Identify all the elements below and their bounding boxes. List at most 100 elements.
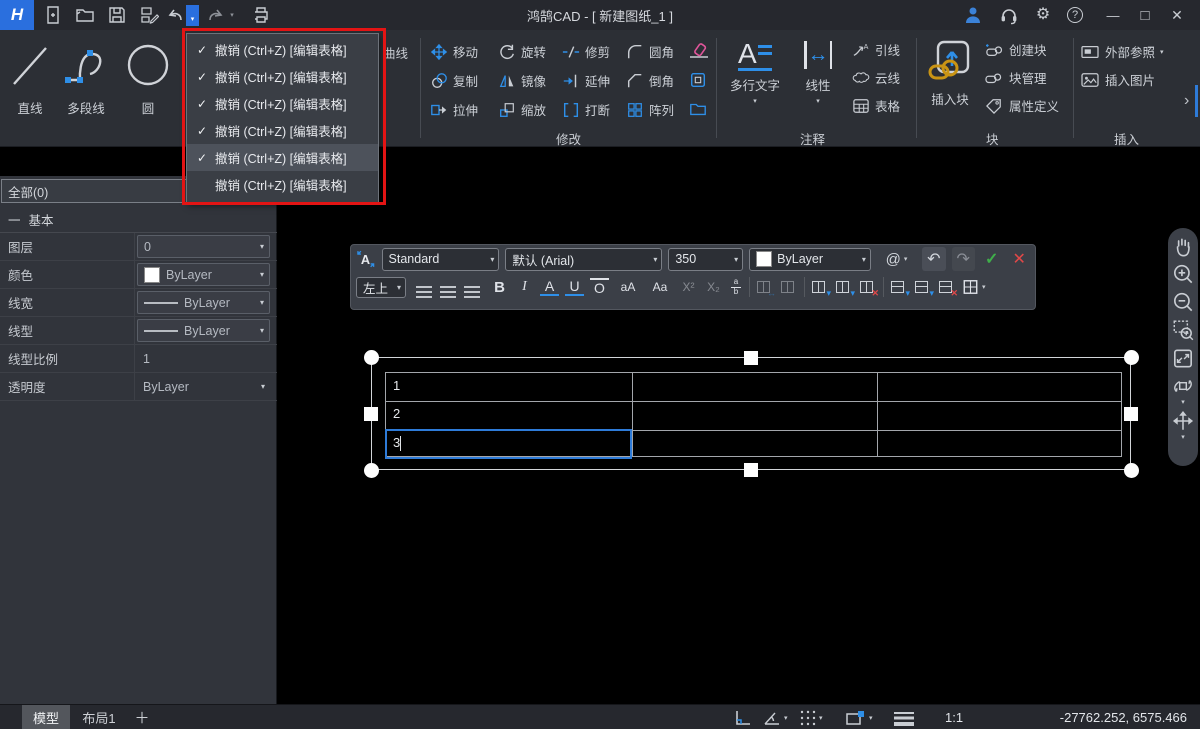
grip-mid-bottom[interactable] bbox=[744, 463, 758, 477]
ribbon-table-button[interactable]: 表格 bbox=[852, 96, 900, 115]
ribbon-move-button[interactable]: 移动 bbox=[430, 42, 478, 61]
ribbon-extend-button[interactable]: 延伸 bbox=[562, 71, 610, 90]
cell-align-select[interactable]: 左上▾ bbox=[356, 277, 406, 298]
ltscale-input[interactable]: 1 bbox=[137, 347, 270, 370]
text-height-select[interactable]: 350▾ bbox=[668, 248, 743, 271]
undo-menu-item-highlighted[interactable]: ✓撤销 (Ctrl+Z) [编辑表格] bbox=[187, 144, 378, 171]
insert-col-left-button[interactable]: ▾ bbox=[811, 279, 829, 295]
move-view-dropdown-arrow-icon[interactable]: ▾ bbox=[1181, 433, 1185, 441]
text-style-select[interactable]: Standard▾ bbox=[382, 248, 500, 271]
undo-dropdown-button[interactable]: ▾ bbox=[186, 5, 199, 26]
collapse-icon[interactable]: 一 bbox=[8, 210, 21, 229]
undo-menu-item[interactable]: ✓撤销 (Ctrl+Z) [编辑表格] bbox=[187, 36, 378, 63]
ribbon-rotate-button[interactable]: 旋转 bbox=[498, 42, 546, 61]
ribbon-group-button[interactable] bbox=[688, 100, 708, 118]
zoom-extents-button[interactable] bbox=[1172, 347, 1194, 371]
ribbon-block-manager-button[interactable]: 块管理 bbox=[984, 68, 1047, 87]
minimize-button[interactable]: — bbox=[1100, 3, 1126, 27]
delete-col-button[interactable]: ✕ bbox=[859, 279, 877, 295]
grip-mid-top[interactable] bbox=[744, 351, 758, 365]
zoom-window-button[interactable] bbox=[1172, 319, 1194, 343]
ribbon-insert-block-button[interactable]: 插入块 bbox=[922, 38, 978, 108]
lineweight-toggle[interactable] bbox=[892, 707, 916, 728]
subscript-button[interactable]: X₂ bbox=[704, 280, 723, 294]
editor-undo-button[interactable]: ↶ bbox=[922, 247, 945, 271]
orbit-dropdown-arrow-icon[interactable]: ▾ bbox=[1181, 398, 1185, 406]
ribbon-linear-dim-button[interactable]: ↔ 线性 ▾ bbox=[792, 38, 844, 105]
ribbon-insert-image-button[interactable]: 插入图片 bbox=[1080, 70, 1155, 89]
editor-redo-button[interactable]: ↷ bbox=[952, 247, 975, 271]
undo-button[interactable] bbox=[166, 3, 186, 27]
cad-table[interactable]: 1 2 3 bbox=[385, 372, 1122, 457]
undo-menu-item[interactable]: ✓撤销 (Ctrl+Z) [编辑表格] bbox=[187, 90, 378, 117]
ribbon-erase-button[interactable] bbox=[688, 42, 710, 60]
grip-mid-left[interactable] bbox=[364, 407, 378, 421]
underline-button[interactable]: U bbox=[565, 278, 584, 296]
ortho-toggle[interactable] bbox=[733, 707, 753, 728]
lineweight-select[interactable]: ByLayer▾ bbox=[137, 291, 270, 314]
ribbon-copy-button[interactable]: 复制 bbox=[430, 71, 478, 90]
move-view-button[interactable] bbox=[1172, 410, 1194, 432]
fraction-button[interactable]: a b bbox=[729, 278, 743, 297]
print-button[interactable] bbox=[248, 3, 274, 27]
color-select[interactable]: ByLayer▾ bbox=[137, 263, 270, 286]
italic-button[interactable]: I bbox=[515, 279, 534, 295]
ribbon-line-button[interactable]: 直线 bbox=[8, 40, 52, 117]
ribbon-spline-label-partial[interactable]: 曲线 bbox=[383, 43, 408, 62]
ribbon-array-button[interactable]: 阵列 bbox=[626, 100, 674, 119]
bold-button[interactable]: B bbox=[490, 279, 509, 296]
editor-cancel-button[interactable]: ✕ bbox=[1008, 249, 1030, 269]
ribbon-region-button[interactable] bbox=[688, 71, 708, 89]
align-right-icon[interactable] bbox=[464, 286, 480, 288]
ribbon-stretch-button[interactable]: 拉伸 bbox=[430, 100, 478, 119]
ribbon-scrollbar[interactable] bbox=[1195, 85, 1198, 117]
ribbon-polyline-button[interactable]: 多段线 bbox=[60, 40, 112, 117]
zoom-out-button[interactable] bbox=[1172, 291, 1194, 315]
unmerge-cells-button[interactable] bbox=[780, 279, 798, 295]
uppercase-button[interactable]: Aa bbox=[647, 280, 673, 294]
undo-menu-item[interactable]: ✓撤销 (Ctrl+Z) [编辑表格] bbox=[187, 63, 378, 90]
undo-menu-item[interactable]: ✓撤销 (Ctrl+Z) [编辑表格] bbox=[187, 117, 378, 144]
osnap-toggle[interactable]: ▾ bbox=[845, 707, 873, 728]
settings-button[interactable]: ⚙ bbox=[1030, 3, 1056, 27]
grip-mid-right[interactable] bbox=[1124, 407, 1138, 421]
text-color-select[interactable]: ByLayer▾ bbox=[749, 248, 871, 271]
support-button[interactable] bbox=[996, 3, 1022, 27]
save-as-button[interactable] bbox=[136, 3, 162, 27]
grip-bottom-left[interactable] bbox=[364, 463, 379, 478]
undo-menu-item[interactable]: 撤销 (Ctrl+Z) [编辑表格] bbox=[187, 171, 378, 198]
delete-row-button[interactable]: ✕ bbox=[938, 279, 956, 295]
align-center-icon[interactable] bbox=[440, 286, 456, 288]
ribbon-break-button[interactable]: 打断 bbox=[562, 100, 610, 119]
redo-button[interactable] bbox=[204, 3, 226, 27]
ribbon-xref-button[interactable]: 外部参照 ▾ bbox=[1080, 42, 1164, 61]
tab-layout1[interactable]: 布局1 bbox=[74, 705, 124, 729]
superscript-button[interactable]: X² bbox=[679, 280, 698, 294]
save-button[interactable] bbox=[104, 3, 130, 27]
ribbon-chamfer-button[interactable]: 倒角 bbox=[626, 71, 674, 90]
ribbon-attr-def-button[interactable]: 属性定义 bbox=[984, 96, 1059, 115]
ribbon-revcloud-button[interactable]: 云线 bbox=[852, 68, 900, 87]
grip-bottom-right[interactable] bbox=[1124, 463, 1139, 478]
editor-ok-button[interactable]: ✓ bbox=[981, 249, 1003, 269]
layer-select[interactable]: 0▾ bbox=[137, 235, 270, 258]
grid-snap-toggle[interactable]: ▾ bbox=[799, 707, 823, 728]
insert-row-below-button[interactable]: ▾ bbox=[914, 279, 932, 295]
maximize-button[interactable]: □ bbox=[1132, 3, 1158, 27]
ribbon-trim-button[interactable]: 修剪 bbox=[562, 42, 610, 61]
ribbon-scale-button[interactable]: 缩放 bbox=[498, 100, 546, 119]
ribbon-circle-button[interactable]: 圆 bbox=[124, 40, 172, 117]
grip-top-right[interactable] bbox=[1124, 350, 1139, 365]
symbol-button[interactable]: @▾ bbox=[877, 251, 916, 268]
ribbon-mirror-button[interactable]: 镜像 bbox=[498, 71, 546, 90]
overline-button[interactable]: O bbox=[590, 278, 609, 296]
cell-borders-button[interactable]: ▾ bbox=[962, 279, 986, 295]
app-logo[interactable]: H bbox=[0, 0, 34, 30]
help-button[interactable]: ? bbox=[1062, 3, 1088, 27]
tab-model[interactable]: 模型 bbox=[22, 705, 70, 729]
transparency-select[interactable]: ByLayer▾ bbox=[137, 375, 270, 398]
insert-row-above-button[interactable]: ▾ bbox=[890, 279, 908, 295]
zoom-in-button[interactable] bbox=[1172, 263, 1194, 287]
grip-top-left[interactable] bbox=[364, 350, 379, 365]
ribbon-expand-chevron[interactable]: › bbox=[1184, 92, 1189, 110]
